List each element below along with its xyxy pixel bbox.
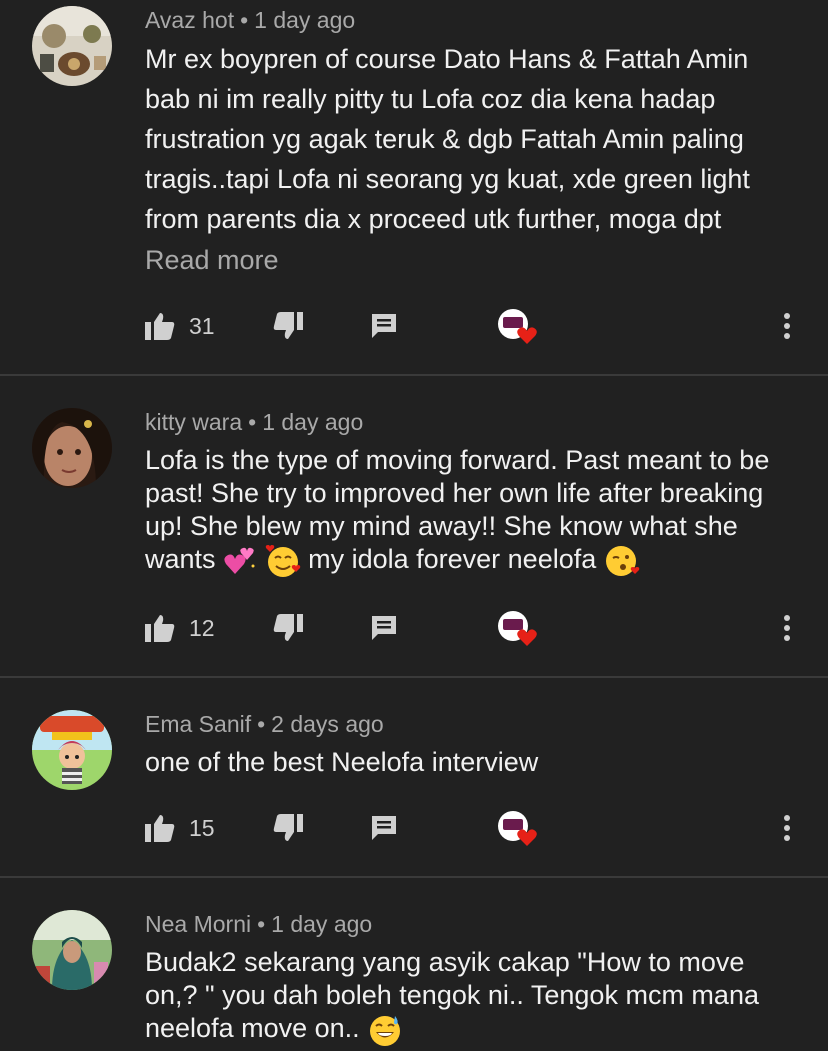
read-more-link[interactable]: Read more bbox=[145, 245, 279, 276]
more-options-button[interactable] bbox=[782, 608, 792, 648]
comment-actions: 31 bbox=[0, 306, 828, 346]
text-line: neelofa move on.. bbox=[145, 1012, 795, 1047]
thumbs-up-icon bbox=[145, 615, 175, 642]
comment-text: Lofa is the type of moving forward. Past… bbox=[145, 444, 795, 578]
author-name[interactable]: Ema Sanif bbox=[145, 711, 251, 737]
author-name[interactable]: Nea Morni bbox=[145, 911, 251, 937]
more-options-button[interactable] bbox=[782, 808, 792, 848]
like-button[interactable]: 15 bbox=[145, 808, 215, 848]
text-line: past! She try to improved her own life a… bbox=[145, 478, 764, 508]
reply-comment-icon bbox=[372, 314, 396, 338]
reply-button[interactable] bbox=[370, 306, 398, 346]
separator-dot: • bbox=[257, 911, 266, 937]
separator-dot: • bbox=[257, 711, 266, 737]
text-line: Lofa is the type of moving forward. Past… bbox=[145, 445, 770, 475]
like-count: 12 bbox=[189, 614, 215, 641]
thumbs-up-icon bbox=[145, 815, 175, 842]
creator-heart-icon bbox=[498, 611, 537, 646]
reply-button[interactable] bbox=[370, 608, 398, 648]
grinning-face-with-sweat-emoji bbox=[370, 1015, 401, 1046]
text-line: one of the best Neelofa interview bbox=[145, 747, 539, 777]
comment-meta: Nea Morni • 1 day ago bbox=[145, 911, 372, 938]
thumbs-down-icon bbox=[273, 312, 303, 339]
timestamp[interactable]: 1 day ago bbox=[254, 7, 355, 33]
timestamp[interactable]: 1 day ago bbox=[262, 409, 363, 435]
creator-heart-badge bbox=[497, 808, 539, 848]
more-options-button[interactable] bbox=[782, 306, 792, 346]
comment-text: Mr ex boypren of course Dato Hans & Fatt… bbox=[145, 39, 795, 239]
like-count: 31 bbox=[189, 312, 215, 339]
reply-button[interactable] bbox=[370, 808, 398, 848]
separator-dot: • bbox=[248, 409, 257, 435]
timestamp[interactable]: 1 day ago bbox=[271, 911, 372, 937]
dislike-button[interactable] bbox=[273, 306, 303, 346]
comment-actions: 12 bbox=[0, 608, 828, 648]
smiling-face-with-hearts-emoji bbox=[265, 544, 300, 577]
comment-meta: Ema Sanif • 2 days ago bbox=[145, 711, 384, 738]
like-button[interactable]: 31 bbox=[145, 306, 215, 346]
comment-divider bbox=[0, 876, 828, 878]
reply-comment-icon bbox=[372, 816, 396, 840]
avatar-kitty-wara[interactable] bbox=[32, 408, 112, 488]
comment-actions: 15 bbox=[0, 808, 828, 848]
text-line: from parents dia x proceed utk further, … bbox=[145, 204, 722, 234]
text-line: frustration yg agak teruk & dgb Fattah A… bbox=[145, 124, 744, 154]
text-line: bab ni im really pitty tu Lofa coz dia k… bbox=[145, 84, 716, 114]
text-fragment: wants bbox=[145, 544, 216, 574]
comment-text: Budak2 sekarang yang asyik cakap "How to… bbox=[145, 946, 795, 1047]
sparkling-hearts-emoji bbox=[224, 547, 255, 574]
more-vertical-icon bbox=[784, 815, 790, 841]
reply-comment-icon bbox=[372, 616, 396, 640]
text-fragment: neelofa move on.. bbox=[145, 1013, 360, 1043]
thumbs-down-icon bbox=[273, 614, 303, 641]
creator-heart-badge bbox=[497, 608, 539, 648]
dislike-button[interactable] bbox=[273, 808, 303, 848]
like-count: 15 bbox=[189, 814, 215, 841]
avatar-ema-sanif[interactable] bbox=[32, 710, 112, 790]
author-name[interactable]: kitty wara bbox=[145, 409, 242, 435]
avatar-nea-morni[interactable] bbox=[32, 910, 112, 990]
text-line: Budak2 sekarang yang asyik cakap "How to… bbox=[145, 947, 745, 977]
comment-text: one of the best Neelofa interview bbox=[145, 746, 795, 779]
text-line: Mr ex boypren of course Dato Hans & Fatt… bbox=[145, 44, 749, 74]
thumbs-down-icon bbox=[273, 814, 303, 841]
author-name[interactable]: Avaz hot bbox=[145, 7, 234, 33]
like-button[interactable]: 12 bbox=[145, 608, 215, 648]
creator-heart-badge bbox=[497, 306, 539, 346]
separator-dot: • bbox=[240, 7, 249, 33]
thumbs-up-icon bbox=[145, 313, 175, 340]
comment-meta: Avaz hot • 1 day ago bbox=[145, 7, 355, 34]
avatar-avaz-hot[interactable] bbox=[32, 6, 112, 86]
dislike-button[interactable] bbox=[273, 608, 303, 648]
text-line: on,? " you dah boleh tengok ni.. Tengok … bbox=[145, 980, 759, 1010]
comment-divider bbox=[0, 676, 828, 678]
timestamp[interactable]: 2 days ago bbox=[271, 711, 384, 737]
comment-divider bbox=[0, 374, 828, 376]
text-line: tragis..tapi Lofa ni seorang yg kuat, xd… bbox=[145, 164, 750, 194]
creator-heart-icon bbox=[498, 309, 537, 344]
face-blowing-kiss-emoji bbox=[605, 545, 640, 576]
text-line: wants my idola forever neelofa bbox=[145, 543, 795, 578]
creator-heart-icon bbox=[498, 811, 537, 846]
more-vertical-icon bbox=[784, 615, 790, 641]
comment-meta: kitty wara • 1 day ago bbox=[145, 409, 363, 436]
text-line: up! She blew my mind away!! She know wha… bbox=[145, 511, 738, 541]
text-fragment: my idola forever neelofa bbox=[308, 544, 597, 574]
more-vertical-icon bbox=[784, 313, 790, 339]
